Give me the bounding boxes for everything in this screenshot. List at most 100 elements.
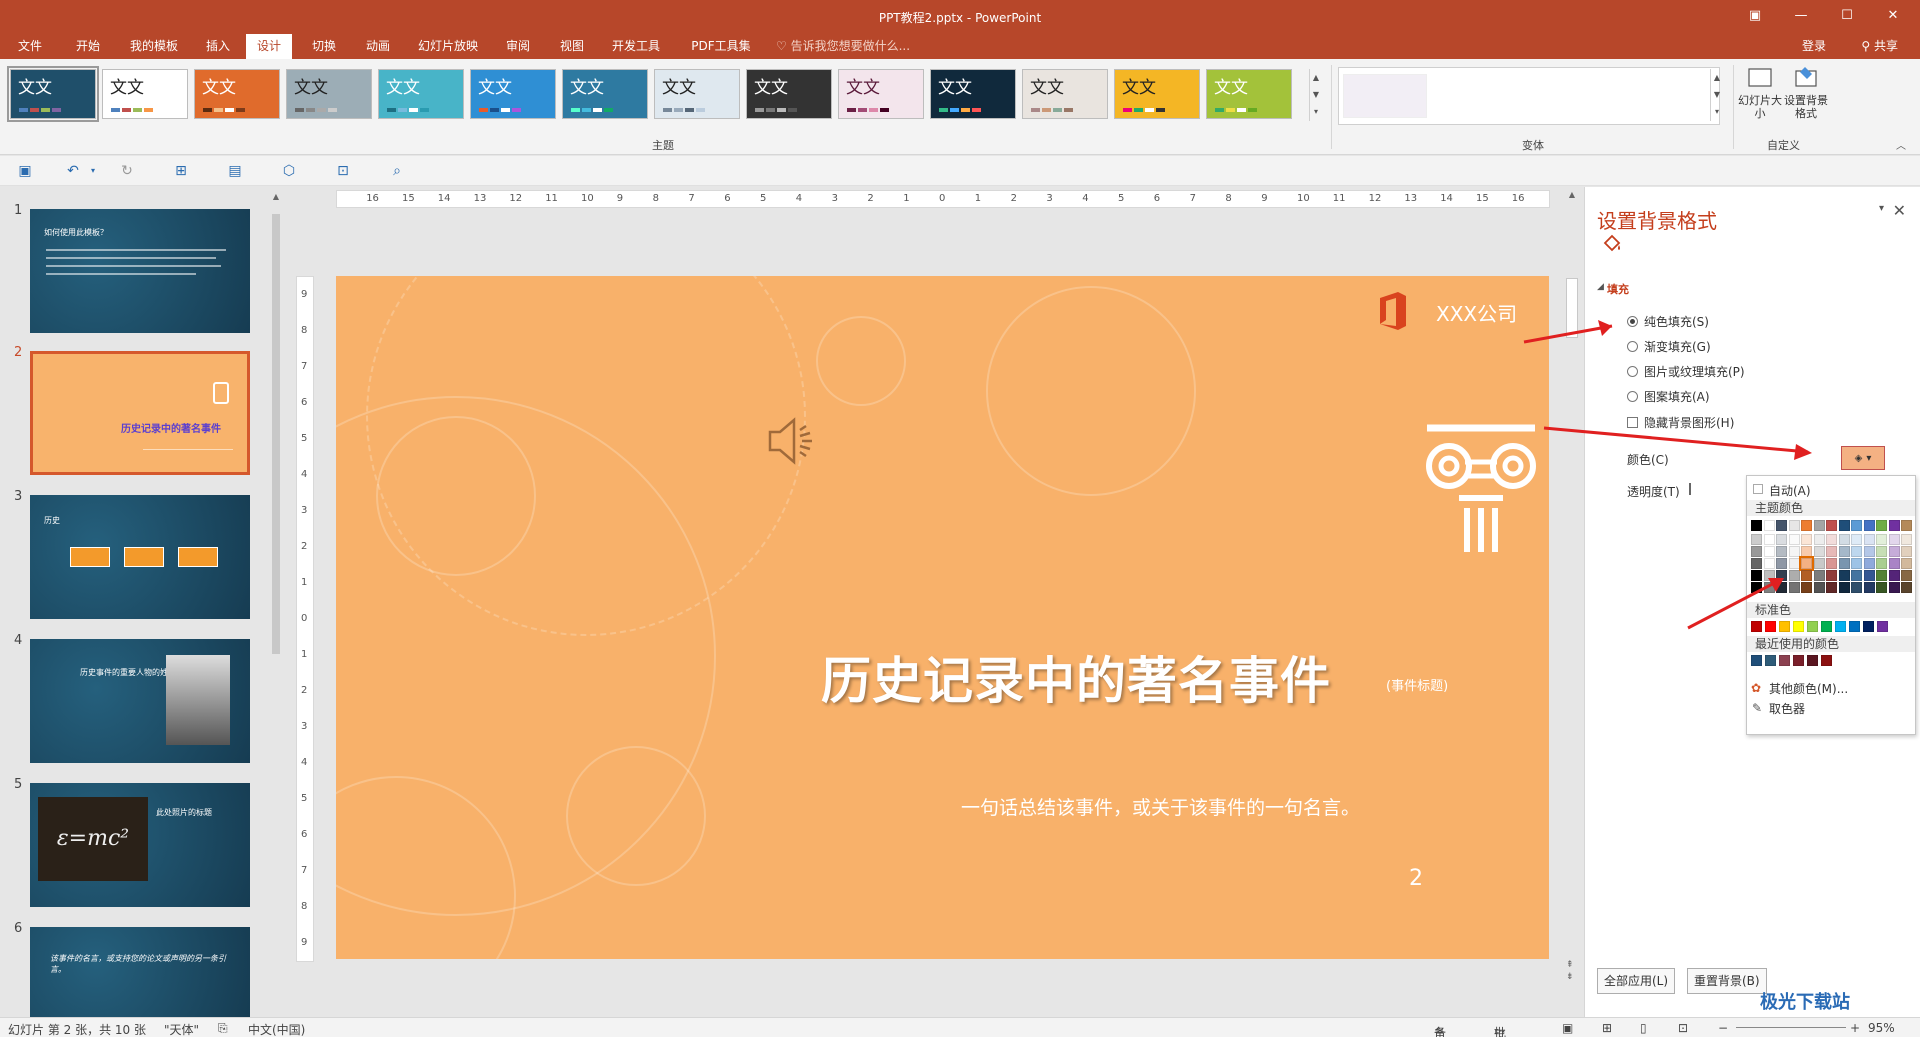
gallery-more-icon[interactable]: ▾ xyxy=(1711,103,1723,120)
theme-color-swatch[interactable] xyxy=(1751,570,1762,581)
next-slide-icon[interactable]: ⇟ xyxy=(1566,972,1574,982)
theme-option-12[interactable]: 文文 xyxy=(1022,69,1108,119)
share-button[interactable]: ⚲ 共享 xyxy=(1861,34,1898,59)
recent-color-swatch[interactable] xyxy=(1821,655,1832,666)
theme-color-swatch[interactable] xyxy=(1751,534,1762,545)
slide-canvas[interactable]: XXX公司 历史记录中的著名事件 (事件标题) 一句话总结该事件，或关于该事件的… xyxy=(336,276,1549,959)
canvas-scrollbar[interactable]: ▲ ⇞ ⇟ xyxy=(1564,190,1580,985)
radio-button[interactable] xyxy=(1627,341,1638,352)
collapse-section-icon[interactable]: ◢ xyxy=(1597,282,1604,292)
theme-color-swatch[interactable] xyxy=(1763,546,1775,557)
theme-color-swatch[interactable] xyxy=(1799,556,1814,571)
theme-color-swatch[interactable] xyxy=(1788,582,1800,593)
theme-color-swatch[interactable] xyxy=(1788,520,1800,531)
theme-color-swatch[interactable] xyxy=(1751,520,1762,531)
zoom-level[interactable]: 95% xyxy=(1868,1021,1895,1035)
recent-color-swatch[interactable] xyxy=(1765,655,1776,666)
tell-me-box[interactable]: ♡ 告诉我您想要做什么... xyxy=(776,34,910,59)
slide-subtitle[interactable]: 一句话总结该事件，或关于该事件的一句名言。 xyxy=(961,793,1360,820)
slideshow-view-icon[interactable]: ⊡ xyxy=(1678,1021,1688,1035)
theme-color-swatch[interactable] xyxy=(1901,546,1912,557)
reset-background-button[interactable]: 重置背景(B) xyxy=(1687,968,1767,994)
scroll-thumb[interactable] xyxy=(1566,278,1578,338)
theme-color-swatch[interactable] xyxy=(1901,520,1912,531)
theme-color-swatch[interactable] xyxy=(1826,558,1837,569)
eyedropper-item[interactable]: ✎ 取色器 xyxy=(1747,700,1915,717)
apply-to-all-button[interactable]: 全部应用(L) xyxy=(1597,968,1676,994)
recent-color-swatch[interactable] xyxy=(1751,655,1762,666)
hide-background-graphics-option[interactable]: 隐藏背景图形(H) xyxy=(1627,414,1734,431)
slide-sorter-icon[interactable]: ⊞ xyxy=(1602,1021,1612,1035)
radio-button[interactable] xyxy=(1627,316,1638,327)
theme-option-14[interactable]: 文文 xyxy=(1206,69,1292,119)
reading-view-icon[interactable]: ▯ xyxy=(1640,1021,1647,1035)
slide-thumbnail-3[interactable]: 历史 xyxy=(30,495,250,619)
tab-insert[interactable]: 插入 xyxy=(198,34,238,59)
theme-color-swatch[interactable] xyxy=(1813,546,1825,557)
theme-option-7[interactable]: 文文 xyxy=(562,69,648,119)
tab-view[interactable]: 视图 xyxy=(552,34,592,59)
slide-thumbnail-5[interactable]: ε=mc² 此处照片的标题 xyxy=(30,783,250,907)
theme-color-swatch[interactable] xyxy=(1838,520,1850,531)
theme-color-swatch[interactable] xyxy=(1876,558,1887,569)
theme-color-swatch[interactable] xyxy=(1788,546,1800,557)
theme-color-swatch[interactable] xyxy=(1888,558,1900,569)
theme-color-swatch[interactable] xyxy=(1876,570,1887,581)
radio-button[interactable] xyxy=(1627,366,1638,377)
maximize-icon[interactable]: ☐ xyxy=(1824,0,1870,32)
fill-bucket-icon[interactable] xyxy=(1601,233,1623,255)
theme-color-swatch[interactable] xyxy=(1763,558,1775,569)
thumbnail-scrollbar[interactable]: ▲ xyxy=(270,192,282,1012)
pane-options-icon[interactable]: ▾ xyxy=(1879,203,1884,214)
theme-color-swatch[interactable] xyxy=(1776,520,1787,531)
recent-color-swatch[interactable] xyxy=(1793,655,1804,666)
shape-icon[interactable]: ⬡ xyxy=(280,162,298,180)
tab-review[interactable]: 审阅 xyxy=(498,34,538,59)
theme-color-swatch[interactable] xyxy=(1751,546,1762,557)
standard-color-swatch[interactable] xyxy=(1793,621,1804,632)
theme-color-swatch[interactable] xyxy=(1763,520,1775,531)
theme-color-swatch[interactable] xyxy=(1788,570,1800,581)
theme-color-swatch[interactable] xyxy=(1776,582,1787,593)
theme-option-5[interactable]: 文文 xyxy=(378,69,464,119)
theme-option-11[interactable]: 文文 xyxy=(930,69,1016,119)
slide-size-button[interactable]: 幻灯片大小 xyxy=(1737,65,1783,120)
tab-my-templates[interactable]: 我的模板 xyxy=(124,34,184,59)
theme-color-swatch[interactable] xyxy=(1863,570,1875,581)
normal-view-icon[interactable]: ▣ xyxy=(1562,1021,1573,1035)
theme-color-swatch[interactable] xyxy=(1838,582,1850,593)
undo-dropdown-icon[interactable]: ▾ xyxy=(84,162,102,180)
variant-gallery-scroll[interactable]: ▲ ▼ ▾ xyxy=(1710,69,1723,121)
theme-option-13[interactable]: 文文 xyxy=(1114,69,1200,119)
theme-color-swatch[interactable] xyxy=(1801,570,1812,581)
theme-color-swatch[interactable] xyxy=(1801,546,1812,557)
color-picker-button[interactable]: ◈ ▾ xyxy=(1841,446,1885,470)
theme-option-2[interactable]: 文文 xyxy=(102,69,188,119)
theme-color-swatch[interactable] xyxy=(1838,534,1850,545)
scroll-up-icon[interactable]: ▲ xyxy=(270,192,282,201)
standard-color-swatch[interactable] xyxy=(1877,621,1888,632)
theme-color-swatch[interactable] xyxy=(1813,570,1825,581)
theme-color-swatch[interactable] xyxy=(1863,520,1875,531)
collapse-ribbon-icon[interactable]: ︿ xyxy=(1896,137,1906,152)
standard-color-swatch[interactable] xyxy=(1849,621,1860,632)
tab-slideshow[interactable]: 幻灯片放映 xyxy=(412,34,484,59)
theme-color-swatch[interactable] xyxy=(1788,558,1800,569)
variant-tile[interactable] xyxy=(1343,74,1427,118)
standard-color-swatch[interactable] xyxy=(1765,621,1776,632)
theme-color-swatch[interactable] xyxy=(1826,570,1837,581)
theme-color-swatch[interactable] xyxy=(1838,570,1850,581)
zoom-out-icon[interactable]: − xyxy=(1718,1021,1728,1035)
theme-color-swatch[interactable] xyxy=(1851,582,1862,593)
recent-color-swatch[interactable] xyxy=(1779,655,1790,666)
scroll-up-icon[interactable]: ▲ xyxy=(1310,69,1322,86)
standard-color-swatch[interactable] xyxy=(1807,621,1818,632)
slide-thumbnail-6[interactable]: 该事件的名言，或支持您的论文或声明的另一条引言。 xyxy=(30,927,250,1017)
standard-color-swatch[interactable] xyxy=(1751,621,1762,632)
theme-color-swatch[interactable] xyxy=(1776,570,1787,581)
theme-color-swatch[interactable] xyxy=(1813,582,1825,593)
prev-slide-icon[interactable]: ⇞ xyxy=(1566,960,1574,970)
standard-color-swatch[interactable] xyxy=(1779,621,1790,632)
theme-gallery-scroll[interactable]: ▲ ▼ ▾ xyxy=(1309,69,1322,121)
solid-fill-option[interactable]: 纯色填充(S) xyxy=(1627,313,1709,330)
